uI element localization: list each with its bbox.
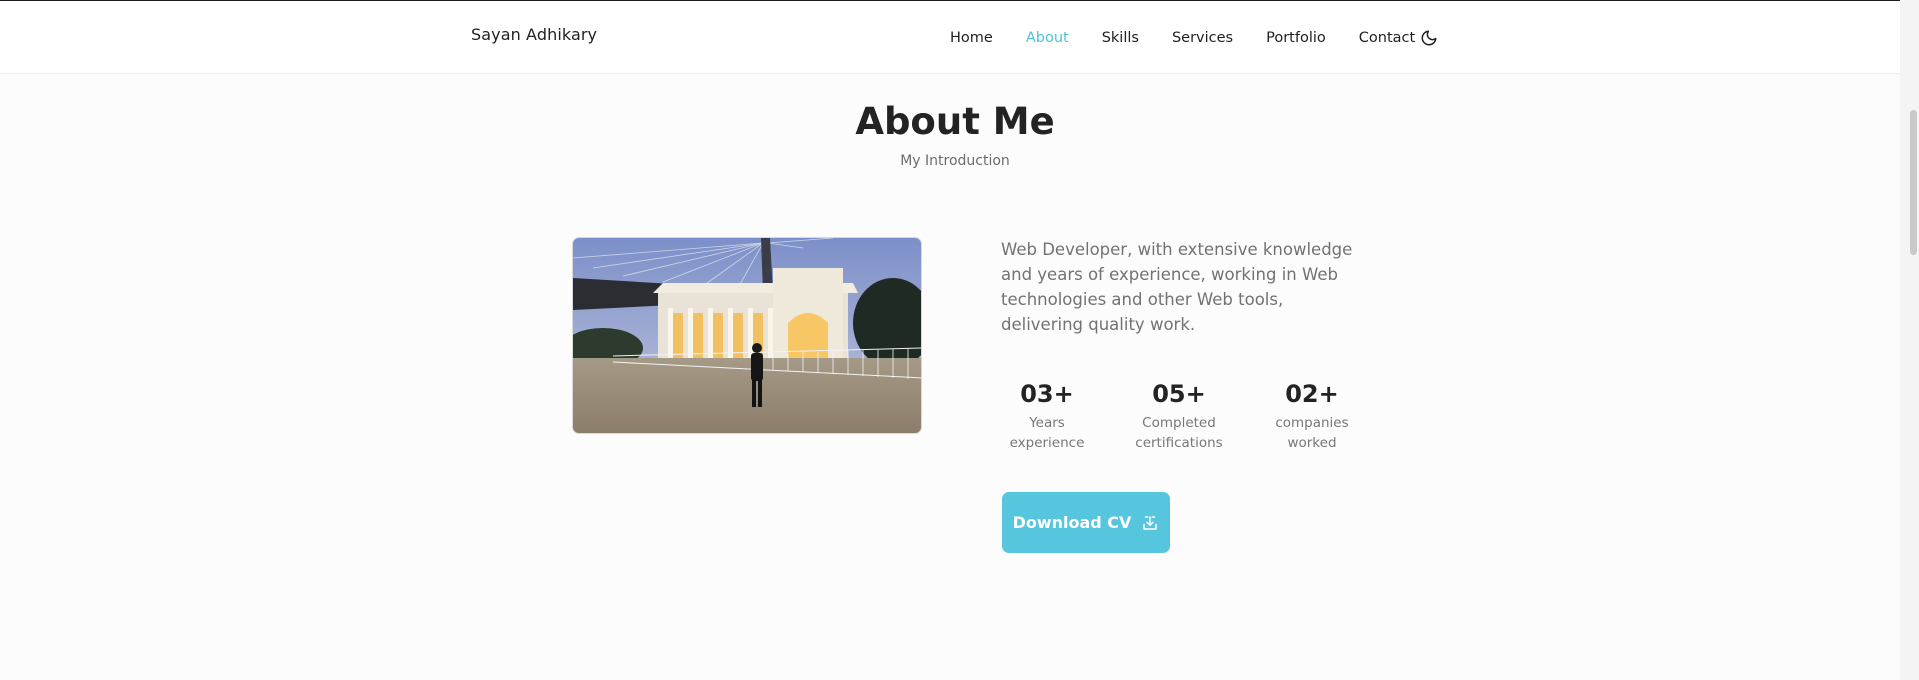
page: Sayan Adhikary Home About Skills Service… <box>0 0 1919 680</box>
stat-experience: 03+ Years experience <box>992 378 1102 453</box>
download-cv-label: Download CV <box>1012 513 1132 532</box>
stat-number: 05+ <box>1152 380 1206 408</box>
scrollbar-thumb[interactable] <box>1910 110 1917 255</box>
about-photo <box>572 237 922 434</box>
stat-label: Years experience <box>1009 415 1085 451</box>
stat-certifications: 05+ Completed certifications <box>1124 378 1234 453</box>
stats: 03+ Years experience 05+ Completed certi… <box>992 378 1352 458</box>
nav-skills[interactable]: Skills <box>1102 30 1139 46</box>
download-icon <box>1143 515 1158 530</box>
header: Sayan Adhikary Home About Skills Service… <box>0 1 1900 74</box>
stat-companies: 02+ companies worked <box>1257 378 1367 453</box>
nav-contact[interactable]: Contact <box>1359 30 1415 46</box>
nav-services[interactable]: Services <box>1172 30 1233 46</box>
moon-icon <box>1421 30 1437 46</box>
stat-number: 02+ <box>1285 380 1339 408</box>
nav-portfolio[interactable]: Portfolio <box>1266 30 1326 46</box>
stat-label: Completed certifications <box>1135 415 1223 451</box>
site-logo[interactable]: Sayan Adhikary <box>471 25 597 44</box>
main-nav: Home About Skills Services Portfolio Con… <box>950 26 1448 50</box>
download-cv-button[interactable]: Download CV <box>1002 492 1170 553</box>
about-description: Web Developer, with extensive knowledge … <box>1001 240 1353 334</box>
section-title: About Me <box>855 100 1055 143</box>
stat-number: 03+ <box>1020 380 1074 408</box>
section-subtitle: My Introduction <box>900 153 1010 169</box>
nav-about[interactable]: About <box>1026 30 1069 46</box>
nav-home[interactable]: Home <box>950 30 993 46</box>
stat-label: companies worked <box>1275 415 1349 451</box>
theme-toggle-button[interactable] <box>1418 27 1440 49</box>
